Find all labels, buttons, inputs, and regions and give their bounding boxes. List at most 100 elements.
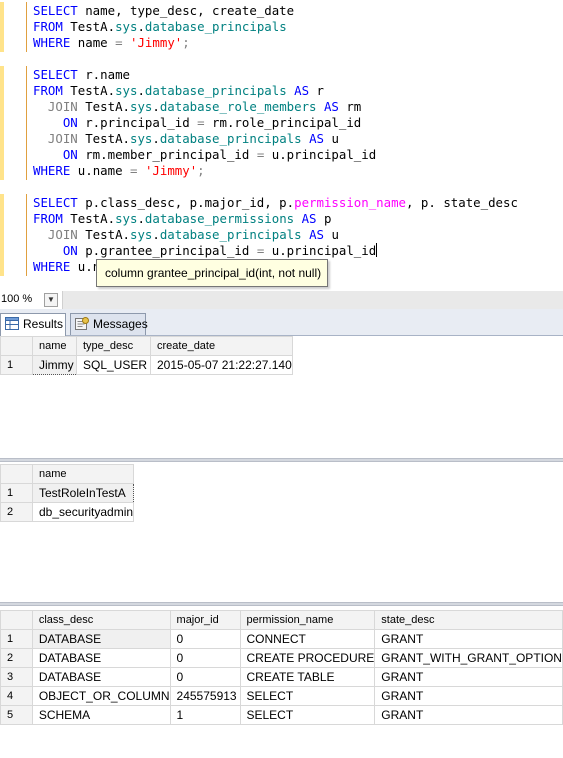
result-grid-3[interactable]: class_desc major_id permission_name stat… [0,606,563,758]
code-line[interactable]: FROM TestA.sys.database_principals [33,19,287,35]
table-cell[interactable]: GRANT [374,667,563,687]
table-cell[interactable]: GRANT_WITH_GRANT_OPTION [374,648,563,668]
table-cell[interactable]: 0 [169,648,241,668]
code-token: SELECT [33,195,78,210]
column-header[interactable]: name [31,464,135,484]
column-header[interactable]: permission_name [239,610,376,630]
code-token: r [309,83,324,98]
table-row[interactable]: 1 TestRoleInTestA [0,483,135,503]
row-number[interactable]: 5 [0,705,33,725]
code-token: u [323,227,339,242]
code-token: TestA. [77,227,130,242]
table-cell[interactable]: GRANT [374,705,563,725]
column-header[interactable]: class_desc [31,610,171,630]
table-cell[interactable]: 1 [169,705,241,725]
row-number[interactable]: 3 [0,667,33,687]
code-line[interactable]: SELECT p.class_desc, p.major_id, p.permi… [33,195,518,211]
code-line[interactable]: ON r.principal_id = rm.role_principal_id [33,115,361,131]
table-row[interactable]: 3 DATABASE 0 CREATE TABLE GRANT [0,667,563,687]
code-token: u.principal_id [264,147,377,162]
code-line[interactable]: FROM TestA.sys.database_principals AS r [33,83,324,99]
table-cell[interactable]: db_securityadmin [31,502,135,522]
code-token: p [316,211,332,226]
result-grid-1[interactable]: name type_desc create_date 1 Jimmy SQL_U… [0,336,563,458]
tab-results[interactable]: Results [0,313,66,336]
code-token: AS [309,131,324,146]
zoom-dropdown-icon[interactable]: ▼ [44,293,58,307]
table-cell[interactable]: GRANT [374,686,563,706]
grid-corner[interactable] [0,464,33,484]
table-row[interactable]: 4 OBJECT_OR_COLUMN 245575913 SELECT GRAN… [0,686,563,706]
table-cell[interactable]: SELECT [239,686,376,706]
row-number[interactable]: 4 [0,686,33,706]
result-grid-2[interactable]: name 1 TestRoleInTestA 2 db_securityadmi… [0,462,563,602]
row-number[interactable]: 2 [0,502,33,522]
table-cell[interactable]: Jimmy [32,355,77,375]
code-line[interactable]: WHERE name = 'Jimmy'; [33,35,190,51]
column-header[interactable]: name [32,336,77,356]
code-line[interactable]: SELECT name, type_desc, create_date [33,3,294,19]
table-row[interactable]: 5 SCHEMA 1 SELECT GRANT [0,705,563,725]
zoom-level[interactable]: 100 % [1,293,32,305]
row-number[interactable]: 1 [0,483,33,503]
table-row[interactable]: 1 Jimmy SQL_USER 2015-05-07 21:22:27.140 [0,355,293,375]
tab-results-label: Results [23,317,64,331]
horizontal-scrollbar[interactable] [62,291,563,309]
query-editor[interactable]: SELECT name, type_desc, create_date FROM … [0,0,563,291]
table-cell[interactable]: CREATE PROCEDURE [239,648,376,668]
column-header[interactable]: type_desc [76,336,151,356]
table-row[interactable]: 1 DATABASE 0 CONNECT GRANT [0,629,563,649]
table-cell[interactable]: 2015-05-07 21:22:27.140 [150,355,293,375]
table-cell[interactable]: 0 [169,667,241,687]
table-cell[interactable]: 245575913 [169,686,241,706]
table-cell[interactable]: SELECT [239,705,376,725]
code-token: rm.role_principal_id [204,115,362,130]
table-cell[interactable]: CONNECT [239,629,376,649]
tab-messages[interactable]: Messages [70,313,148,335]
table-cell[interactable]: CREATE TABLE [239,667,376,687]
outline-guide [26,2,27,52]
code-line[interactable]: JOIN TestA.sys.database_principals AS u [33,131,339,147]
row-number[interactable]: 1 [0,355,33,375]
code-token: r.principal_id [77,115,198,130]
column-header[interactable]: create_date [150,336,293,356]
code-token: WHERE [33,259,71,274]
code-line[interactable]: WHERE u.name = 'Jimmy'; [33,163,205,179]
column-header[interactable]: state_desc [374,610,563,630]
table-cell[interactable]: SQL_USER [76,355,151,375]
table-cell[interactable]: TestRoleInTestA [31,483,135,503]
code-line[interactable]: ON p.grantee_principal_id = u.principal_… [33,243,378,259]
change-marker [0,194,4,276]
grid-corner[interactable] [0,336,33,356]
code-token: 'Jimmy' [144,163,198,178]
table-cell[interactable]: GRANT [374,629,563,649]
table-cell[interactable]: 0 [169,629,241,649]
table-cell[interactable]: OBJECT_OR_COLUMN [31,686,171,706]
table-cell[interactable]: SCHEMA [31,705,171,725]
code-line[interactable]: SELECT r.name [33,67,130,83]
code-line[interactable]: ON rm.member_principal_id = u.principal_… [33,147,376,163]
code-token: 'Jimmy' [130,35,183,50]
table-row[interactable]: 2 DATABASE 0 CREATE PROCEDURE GRANT_WITH… [0,648,563,668]
row-number[interactable]: 2 [0,648,33,668]
table-cell[interactable]: DATABASE [31,667,171,687]
code-token: . [152,99,160,114]
code-token: WHERE [33,35,71,50]
row-number[interactable]: 1 [0,629,33,649]
code-token: u [323,131,339,146]
code-line[interactable]: JOIN TestA.sys.database_principals AS u [33,227,339,243]
column-header[interactable]: major_id [169,610,241,630]
code-line[interactable]: FROM TestA.sys.database_permissions AS p [33,211,331,227]
table-cell[interactable]: DATABASE [31,629,171,649]
code-token: sys [115,19,138,34]
code-line[interactable]: WHERE u.n [33,259,100,275]
code-line[interactable]: JOIN TestA.sys.database_role_members AS … [33,99,361,115]
table-row[interactable]: 2 db_securityadmin [0,502,135,522]
grid-corner[interactable] [0,610,33,630]
table-cell[interactable]: DATABASE [31,648,171,668]
